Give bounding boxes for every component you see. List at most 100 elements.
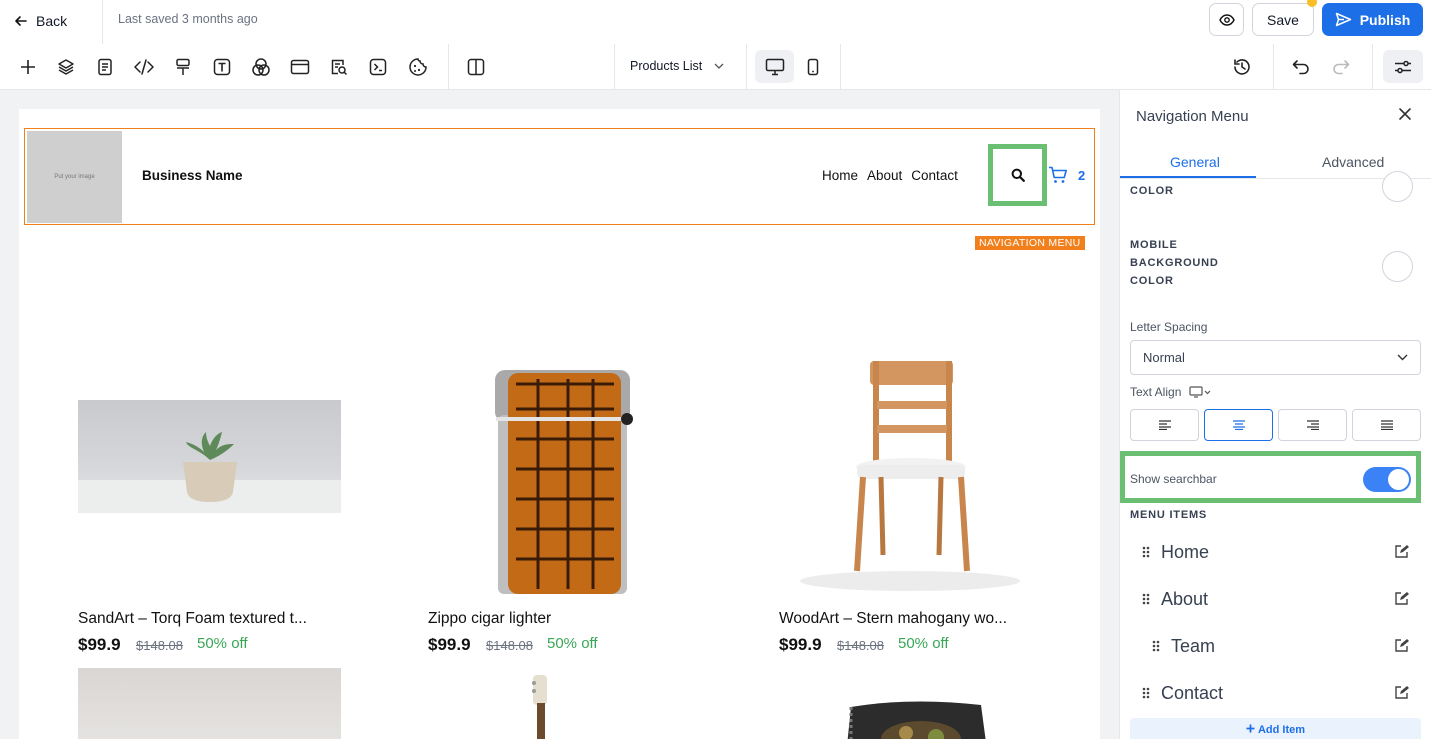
seo-icon[interactable] bbox=[327, 55, 351, 79]
divider bbox=[614, 44, 615, 89]
redo-icon[interactable] bbox=[1329, 55, 1353, 79]
menu-item[interactable]: Contact bbox=[1142, 678, 1223, 708]
panel-title: Navigation Menu bbox=[1136, 108, 1249, 125]
product-old-price: $148.08 bbox=[486, 638, 533, 653]
edit-icon[interactable] bbox=[1394, 544, 1409, 559]
nav-link-home[interactable]: Home bbox=[822, 168, 858, 183]
add-item-button[interactable]: Add Item bbox=[1130, 718, 1421, 739]
letter-spacing-select[interactable]: Normal bbox=[1130, 340, 1421, 375]
layout-icon[interactable] bbox=[288, 55, 312, 79]
preview-button[interactable] bbox=[1209, 3, 1244, 36]
chevron-down-icon bbox=[1397, 354, 1408, 361]
close-icon[interactable] bbox=[1397, 106, 1413, 122]
align-right-icon bbox=[1306, 420, 1320, 430]
page-select[interactable]: Products List bbox=[630, 59, 724, 73]
pages-icon[interactable] bbox=[93, 55, 117, 79]
align-right-button[interactable] bbox=[1278, 409, 1347, 441]
nav-cart[interactable]: 2 bbox=[1048, 166, 1085, 184]
last-saved-text: Last saved 3 months ago bbox=[118, 12, 258, 26]
menu-item-child[interactable]: Team bbox=[1152, 631, 1215, 661]
chevron-down-icon bbox=[714, 63, 724, 69]
editor-toolbar: Products List bbox=[0, 44, 1431, 90]
active-tab-underline bbox=[1120, 176, 1256, 178]
cookie-icon[interactable] bbox=[406, 55, 430, 79]
align-left-button[interactable] bbox=[1130, 409, 1199, 441]
divider bbox=[448, 44, 449, 89]
show-searchbar-toggle[interactable] bbox=[1363, 467, 1411, 492]
drag-handle-icon[interactable] bbox=[1142, 593, 1150, 605]
monitor-icon bbox=[765, 58, 785, 76]
cart-count: 2 bbox=[1078, 167, 1086, 183]
editor-canvas: Put your image Business Name Home About … bbox=[0, 90, 1119, 739]
menu-item[interactable]: Home bbox=[1142, 537, 1209, 567]
publish-label: Publish bbox=[1359, 11, 1411, 28]
letter-spacing-value: Normal bbox=[1143, 350, 1185, 365]
product-image bbox=[428, 359, 691, 594]
panel-tabs: General Advanced bbox=[1120, 150, 1431, 179]
save-button[interactable]: Save bbox=[1252, 3, 1314, 36]
edit-icon[interactable] bbox=[1394, 638, 1409, 653]
publish-button[interactable]: Publish bbox=[1322, 3, 1423, 36]
nav-link-contact[interactable]: Contact bbox=[911, 168, 958, 183]
terminal-icon[interactable] bbox=[366, 55, 390, 79]
align-justify-icon bbox=[1380, 420, 1394, 430]
menu-item-label: Contact bbox=[1161, 682, 1224, 703]
nav-search-button[interactable] bbox=[988, 144, 1047, 206]
settings-panel: Navigation Menu General Advanced COLOR M… bbox=[1119, 90, 1431, 739]
send-icon bbox=[1335, 12, 1352, 27]
product-old-price: $148.08 bbox=[837, 638, 884, 653]
tab-advanced[interactable]: Advanced bbox=[1322, 154, 1384, 170]
edit-icon[interactable] bbox=[1394, 685, 1409, 700]
align-left-icon bbox=[1158, 420, 1172, 430]
search-icon bbox=[1011, 168, 1025, 182]
menu-item-label: Home bbox=[1161, 541, 1210, 562]
toggle-knob bbox=[1388, 469, 1409, 490]
drag-handle-icon[interactable] bbox=[1152, 640, 1160, 652]
tab-general[interactable]: General bbox=[1170, 154, 1220, 170]
drag-handle-icon[interactable] bbox=[1142, 546, 1150, 558]
add-icon[interactable] bbox=[16, 55, 40, 79]
components-icon[interactable] bbox=[249, 55, 273, 79]
layers-icon[interactable] bbox=[54, 55, 78, 79]
mobile-bg-color-label: MOBILE BACKGROUND COLOR bbox=[1130, 239, 1219, 287]
show-searchbar-row: Show searchbar bbox=[1120, 451, 1421, 503]
monitor-icon[interactable] bbox=[1189, 386, 1211, 398]
mobile-view-button[interactable] bbox=[801, 50, 825, 83]
navigation-menu-block[interactable]: Put your image Business Name Home About … bbox=[24, 128, 1095, 250]
desktop-view-button[interactable] bbox=[755, 50, 794, 83]
logo-image-placeholder[interactable]: Put your image bbox=[27, 131, 122, 223]
edit-icon[interactable] bbox=[1394, 591, 1409, 606]
divider bbox=[840, 44, 841, 89]
page-select-value: Products List bbox=[630, 59, 703, 73]
history-icon[interactable] bbox=[1230, 55, 1254, 79]
unsaved-indicator-dot bbox=[1307, 0, 1317, 7]
text-align-label: Text Align bbox=[1130, 385, 1182, 399]
text-icon[interactable] bbox=[210, 55, 234, 79]
nav-link-about[interactable]: About bbox=[867, 168, 902, 183]
settings-panel-button[interactable] bbox=[1383, 50, 1423, 83]
paint-roller-icon[interactable] bbox=[171, 55, 195, 79]
columns-icon[interactable] bbox=[464, 55, 488, 79]
top-bar: Back Last saved 3 months ago Save Publis… bbox=[0, 0, 1431, 44]
mobile-bg-color-swatch[interactable] bbox=[1382, 251, 1413, 282]
align-justify-button[interactable] bbox=[1352, 409, 1421, 441]
text-align-label-row: Text Align bbox=[1130, 385, 1211, 399]
back-button[interactable]: Back bbox=[14, 8, 67, 34]
product-image bbox=[519, 675, 559, 739]
product-discount: 50% off bbox=[197, 635, 248, 652]
align-center-button[interactable] bbox=[1204, 409, 1273, 441]
menu-item[interactable]: About bbox=[1142, 584, 1208, 614]
product-name: WoodArt – Stern mahogany wo... bbox=[779, 610, 1008, 627]
business-name[interactable]: Business Name bbox=[142, 168, 243, 183]
selection-tag: NAVIGATION MENU bbox=[975, 236, 1085, 250]
arrow-left-icon bbox=[14, 14, 28, 28]
plus-icon bbox=[1246, 724, 1255, 733]
drag-handle-icon[interactable] bbox=[1142, 687, 1150, 699]
code-icon[interactable] bbox=[132, 55, 156, 79]
color-label: COLOR bbox=[1130, 185, 1174, 197]
undo-icon[interactable] bbox=[1289, 55, 1313, 79]
color-swatch[interactable] bbox=[1382, 171, 1413, 202]
product-price: $99.9 bbox=[779, 635, 822, 654]
product-name: Zippo cigar lighter bbox=[428, 610, 552, 627]
cart-icon bbox=[1048, 166, 1068, 184]
